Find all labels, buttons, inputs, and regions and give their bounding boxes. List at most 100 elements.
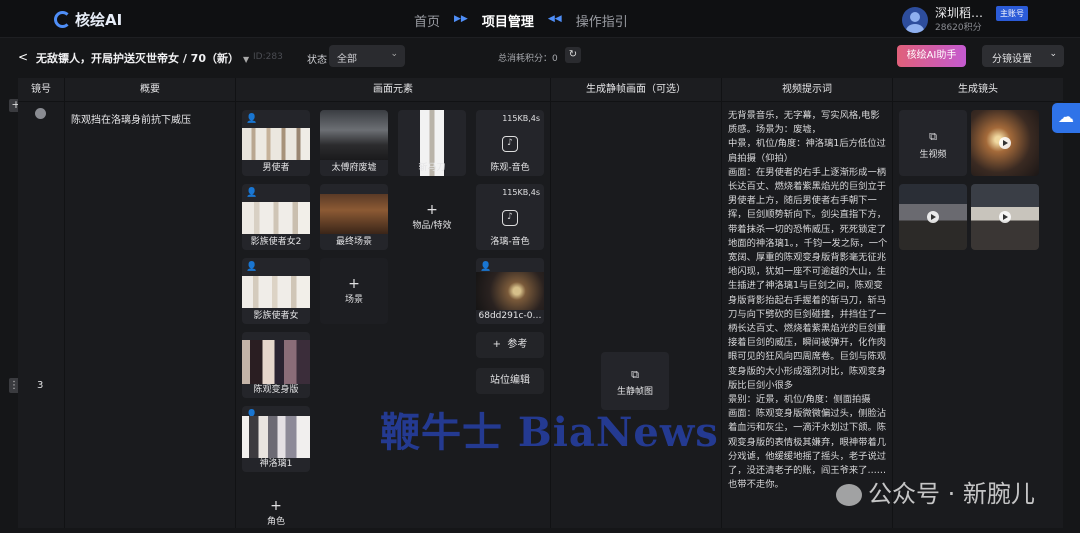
add-scene-label: 场景	[344, 295, 363, 305]
element-card[interactable]: 👤 影族使者女2	[242, 184, 310, 250]
element-card[interactable]: 115KB,4s ♪ 陈观-音色	[476, 110, 544, 176]
total-points: 总消耗积分：0	[498, 54, 558, 64]
element-card[interactable]: 👤 神洛璃1	[242, 406, 310, 472]
element-card[interactable]: 115KB,4s ♪ 洛璃-音色	[476, 184, 544, 250]
state-select[interactable]: 全部 ⌄	[329, 45, 405, 67]
element-thumbnail	[242, 128, 310, 160]
file-size: 115KB,4s	[502, 188, 540, 197]
add-prop-button[interactable]: + 物品/特效	[398, 184, 466, 250]
col-video-prompt: 视频提示词 无背景音乐，无字幕，写实风格,电影质感。场景为：废墟， 中景，机位/…	[722, 78, 893, 528]
ai-assistant-button[interactable]: 核绘AI助手	[897, 45, 966, 67]
element-label: 神洛璃1	[259, 459, 293, 469]
plus-icon: +	[492, 339, 502, 350]
element-label: 68dd291c-0…	[478, 311, 542, 321]
state-label: 状态	[307, 55, 327, 66]
watermark-wechat: 公众号 · 新腕儿	[836, 474, 1035, 509]
generate-still-label: 生静帧图	[616, 387, 653, 397]
element-thumbnail	[320, 194, 388, 234]
state-select-value: 全部	[337, 54, 357, 65]
position-edit-button[interactable]: 站位编辑	[476, 368, 544, 394]
play-icon	[999, 211, 1011, 223]
plus-icon: +	[348, 276, 360, 292]
element-card[interactable]: 最终场景	[320, 184, 388, 250]
watermark-bianews: 鞭牛士 BiaNews	[380, 409, 719, 456]
element-label: 陈观-音色	[490, 163, 530, 173]
split-settings-label: 分镜设置	[992, 54, 1032, 65]
element-thumbnail	[242, 202, 310, 234]
plus-icon: +	[426, 202, 438, 218]
reference-label: 参考	[507, 339, 528, 350]
col-generated-shot: 生成镜头 ⧉ 生视频	[893, 78, 1063, 528]
top-navbar: 核绘AI 首页 ▶▶ 项目管理 ◀◀ 操作指引 深圳稻… 28620积分 主账号	[0, 0, 1080, 38]
nav-guide[interactable]: 操作指引	[562, 11, 642, 30]
element-card[interactable]: 👤 影族使者女	[242, 258, 310, 324]
element-label: 影族使者女	[253, 311, 299, 321]
col-shot-number: 镜号 3	[18, 78, 65, 528]
file-size: 115KB,4s	[502, 114, 540, 123]
avatar[interactable]	[902, 6, 928, 33]
project-title[interactable]: 无敌镖人，开局护送灭世帝女 / 70（新） ▼	[36, 50, 249, 66]
reference-button[interactable]: + 参考	[476, 332, 544, 358]
app-logo[interactable]: 核绘AI	[54, 9, 122, 30]
main-nav: 首页 ▶▶ 项目管理 ◀◀ 操作指引	[400, 11, 642, 30]
element-card[interactable]: 👤 男使者	[242, 110, 310, 176]
col-still-frame: 生成静帧画面（可选） ⧉ 生静帧图	[551, 78, 722, 528]
col-summary: 概要 陈观挡在洛璃身前抗下威压	[65, 78, 236, 528]
element-label: 太傅府废墟	[331, 163, 377, 173]
element-label: 男使者	[262, 163, 290, 173]
element-thumbnail	[242, 340, 310, 384]
project-toolbar: < 无敌镖人，开局护送灭世帝女 / 70（新） ▼ ID:283 状态 全部 ⌄ …	[0, 42, 1080, 72]
project-id: ID:283	[253, 52, 283, 62]
element-thumbnail	[242, 416, 310, 458]
header-generated-shot: 生成镜头	[893, 78, 1063, 102]
add-scene-button[interactable]: + 场景	[320, 258, 388, 324]
refresh-icon[interactable]: ↻	[565, 47, 581, 63]
nav-home[interactable]: 首页	[400, 11, 454, 30]
user-icon: 👤	[246, 114, 258, 124]
back-icon[interactable]: <	[18, 50, 28, 64]
col-elements: 画面元素 👤 男使者 👤 影族使者女2 👤 影族使者女 陈观变身版 👤 神洛璃1	[236, 78, 551, 528]
generate-video-button[interactable]: ⧉ 生视频	[899, 110, 967, 176]
row-select-radio[interactable]	[35, 108, 46, 119]
element-thumbnail	[320, 110, 388, 160]
nav-project-management[interactable]: 项目管理	[468, 11, 548, 30]
header-video-prompt: 视频提示词	[722, 78, 892, 102]
split-settings-button[interactable]: 分镜设置 ⌄	[982, 45, 1064, 67]
account-badge: 主账号	[996, 6, 1029, 21]
music-icon: ♪	[502, 136, 518, 152]
element-label: 最终场景	[335, 237, 372, 247]
header-summary: 概要	[65, 78, 235, 102]
video-icon: ⧉	[929, 130, 937, 143]
summary-text[interactable]: 陈观挡在洛璃身前抗下威压	[71, 111, 191, 126]
play-icon	[927, 211, 939, 223]
user-menu[interactable]: 深圳稻… 28620积分 主账号	[902, 6, 1029, 33]
nav-arrow-left-icon: ◀◀	[547, 14, 562, 24]
cloud-float-button[interactable]	[1052, 103, 1080, 133]
element-card[interactable]: 斩马刀	[398, 110, 466, 176]
video-thumbnail[interactable]	[971, 110, 1039, 176]
element-card[interactable]: 太傅府废墟	[320, 110, 388, 176]
element-card[interactable]: 陈观变身版	[242, 332, 310, 398]
video-prompt-text[interactable]: 无背景音乐，无字幕，写实风格,电影质感。场景为：废墟， 中景，机位/角度：神洛璃…	[728, 109, 888, 492]
video-thumbnail[interactable]	[899, 184, 967, 250]
element-thumbnail	[242, 276, 310, 308]
row-number: 3	[37, 380, 44, 391]
app-name: 核绘AI	[75, 11, 123, 29]
play-icon	[999, 137, 1011, 149]
chevron-down-icon: ⌄	[1049, 49, 1057, 59]
header-shot-number: 镜号	[18, 78, 64, 102]
header-elements: 画面元素	[236, 78, 550, 102]
logo-icon	[54, 11, 71, 28]
generate-video-label: 生视频	[919, 150, 947, 160]
element-label: 洛璃-音色	[490, 237, 530, 247]
element-label: 陈观变身版	[253, 385, 299, 395]
video-thumbnail[interactable]	[971, 184, 1039, 250]
header-still-frame: 生成静帧画面（可选）	[551, 78, 721, 102]
project-title-text: 无敌镖人，开局护送灭世帝女 / 70（新）	[36, 52, 239, 65]
add-prop-label: 物品/特效	[412, 221, 452, 231]
watermark-wechat-text: 公众号 · 新腕儿	[868, 480, 1035, 508]
nav-arrow-right-icon: ▶▶	[454, 14, 468, 24]
add-role-button[interactable]: + 角色	[242, 480, 310, 533]
chevron-down-icon: ⌄	[390, 49, 398, 59]
element-card[interactable]: 👤 68dd291c-0…	[476, 258, 544, 324]
